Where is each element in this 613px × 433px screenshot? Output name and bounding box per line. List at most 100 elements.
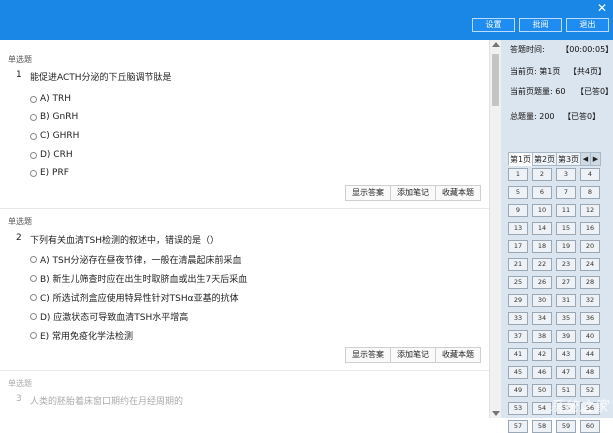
option-d[interactable]: D) 应激状态可导致血清TSH水平增高: [30, 310, 188, 323]
add-note-button[interactable]: 添加笔记: [390, 185, 436, 201]
radio-icon[interactable]: [30, 95, 37, 103]
scroll-down-icon[interactable]: [492, 411, 500, 416]
question-cell[interactable]: 47: [556, 366, 576, 379]
question-cell[interactable]: 39: [556, 330, 576, 343]
option-a[interactable]: A) TSH分泌存在昼夜节律，一般在清晨起床前采血: [30, 253, 242, 266]
question-cell[interactable]: 7: [556, 186, 576, 199]
question-cell[interactable]: 48: [580, 366, 600, 379]
question-cell[interactable]: 14: [532, 222, 552, 235]
exit-button[interactable]: 退出: [566, 18, 609, 32]
question-cell[interactable]: 35: [556, 312, 576, 325]
radio-icon[interactable]: [30, 274, 37, 282]
option-d[interactable]: D) CRH: [30, 149, 73, 161]
page-count-label: 当前页题量: 60: [510, 87, 566, 96]
option-c[interactable]: C) 所选试剂盒应使用特异性针对TSHα亚基的抗体: [30, 291, 239, 304]
question-cell[interactable]: 6: [532, 186, 552, 199]
question-cell[interactable]: 4: [580, 168, 600, 181]
question-cell[interactable]: 60: [580, 420, 600, 433]
question-cell[interactable]: 43: [556, 348, 576, 361]
question-cell[interactable]: 2: [532, 168, 552, 181]
option-c[interactable]: C) GHRH: [30, 130, 79, 142]
radio-icon[interactable]: [30, 169, 37, 177]
page-total: 【共4页】: [568, 67, 606, 76]
question-cell[interactable]: 33: [508, 312, 528, 325]
radio-icon[interactable]: [30, 293, 37, 301]
question-cell[interactable]: 40: [580, 330, 600, 343]
scroll-thumb[interactable]: [492, 54, 499, 106]
question-cell[interactable]: 59: [556, 420, 576, 433]
tab-next-icon[interactable]: ▶: [590, 152, 601, 166]
question-cell[interactable]: 58: [532, 420, 552, 433]
question-cell[interactable]: 27: [556, 276, 576, 289]
question-cell[interactable]: 13: [508, 222, 528, 235]
question-cell[interactable]: 36: [580, 312, 600, 325]
option-a[interactable]: A) TRH: [30, 93, 71, 105]
question-cell[interactable]: 31: [556, 294, 576, 307]
favorite-button[interactable]: 收藏本题: [435, 347, 481, 363]
option-e[interactable]: E) PRF: [30, 167, 69, 179]
question-cell[interactable]: 42: [532, 348, 552, 361]
question-cell[interactable]: 30: [532, 294, 552, 307]
question-area: 单选题 1 能促进ACTH分泌的下丘脑调节肽是 A) TRH B) GnRH C…: [0, 40, 490, 418]
favorite-button[interactable]: 收藏本题: [435, 185, 481, 201]
question-cell[interactable]: 22: [532, 258, 552, 271]
question-cell[interactable]: 20: [580, 240, 600, 253]
question-cell[interactable]: 37: [508, 330, 528, 343]
question-cell[interactable]: 10: [532, 204, 552, 217]
tab-page-1[interactable]: 第1页: [508, 152, 533, 166]
option-e[interactable]: E) 常用免疫化学法检测: [30, 329, 133, 342]
question-cell[interactable]: 57: [508, 420, 528, 433]
option-b[interactable]: B) GnRH: [30, 111, 78, 123]
answer-time: 答题时间: 【00:00:05】: [510, 44, 613, 55]
question-cell[interactable]: 17: [508, 240, 528, 253]
question-cell[interactable]: 3: [556, 168, 576, 181]
question-cell[interactable]: 9: [508, 204, 528, 217]
radio-icon[interactable]: [30, 255, 37, 263]
option-b[interactable]: B) 新生儿筛查时应在出生时取脐血或出生7天后采血: [30, 272, 247, 285]
total-answered: 【已答0】: [563, 112, 601, 121]
question-cell[interactable]: 19: [556, 240, 576, 253]
question-cell[interactable]: 34: [532, 312, 552, 325]
question-cell[interactable]: 21: [508, 258, 528, 271]
radio-icon[interactable]: [30, 312, 37, 320]
show-answer-button[interactable]: 显示答案: [345, 347, 391, 363]
question-cell[interactable]: 23: [556, 258, 576, 271]
option-label: B) GnRH: [40, 112, 79, 122]
question-cell[interactable]: 5: [508, 186, 528, 199]
question-cell[interactable]: 26: [532, 276, 552, 289]
show-answer-button[interactable]: 显示答案: [345, 185, 391, 201]
question-cell[interactable]: 12: [580, 204, 600, 217]
review-button[interactable]: 批阅: [519, 18, 562, 32]
question-cell[interactable]: 29: [508, 294, 528, 307]
question-cell[interactable]: 11: [556, 204, 576, 217]
question-cell[interactable]: 53: [508, 402, 528, 415]
question-cell[interactable]: 44: [580, 348, 600, 361]
question-cell[interactable]: 1: [508, 168, 528, 181]
question-cell[interactable]: 18: [532, 240, 552, 253]
radio-icon[interactable]: [30, 132, 37, 140]
tab-page-2[interactable]: 第2页: [532, 152, 557, 166]
question-cell[interactable]: 32: [580, 294, 600, 307]
question-cell[interactable]: 16: [580, 222, 600, 235]
question-type: 单选题: [8, 55, 32, 64]
tab-page-3[interactable]: 第3页: [556, 152, 581, 166]
close-icon[interactable]: ✕: [597, 2, 607, 14]
question-cell[interactable]: 38: [532, 330, 552, 343]
question-cell[interactable]: 41: [508, 348, 528, 361]
radio-icon[interactable]: [30, 331, 37, 339]
main-scrollbar[interactable]: [489, 40, 501, 418]
radio-icon[interactable]: [30, 151, 37, 159]
question-cell[interactable]: 15: [556, 222, 576, 235]
question-cell[interactable]: 45: [508, 366, 528, 379]
scroll-up-icon[interactable]: [492, 42, 500, 47]
add-note-button[interactable]: 添加笔记: [390, 347, 436, 363]
settings-button[interactable]: 设置: [472, 18, 515, 32]
question-cell[interactable]: 28: [580, 276, 600, 289]
question-cell[interactable]: 25: [508, 276, 528, 289]
question-cell[interactable]: 8: [580, 186, 600, 199]
question-cell[interactable]: 49: [508, 384, 528, 397]
question-cell[interactable]: 46: [532, 366, 552, 379]
radio-icon[interactable]: [30, 113, 37, 121]
question-cell[interactable]: 24: [580, 258, 600, 271]
page-tabs: 第1页 第2页 第3页 ◀ ▶: [508, 152, 601, 166]
